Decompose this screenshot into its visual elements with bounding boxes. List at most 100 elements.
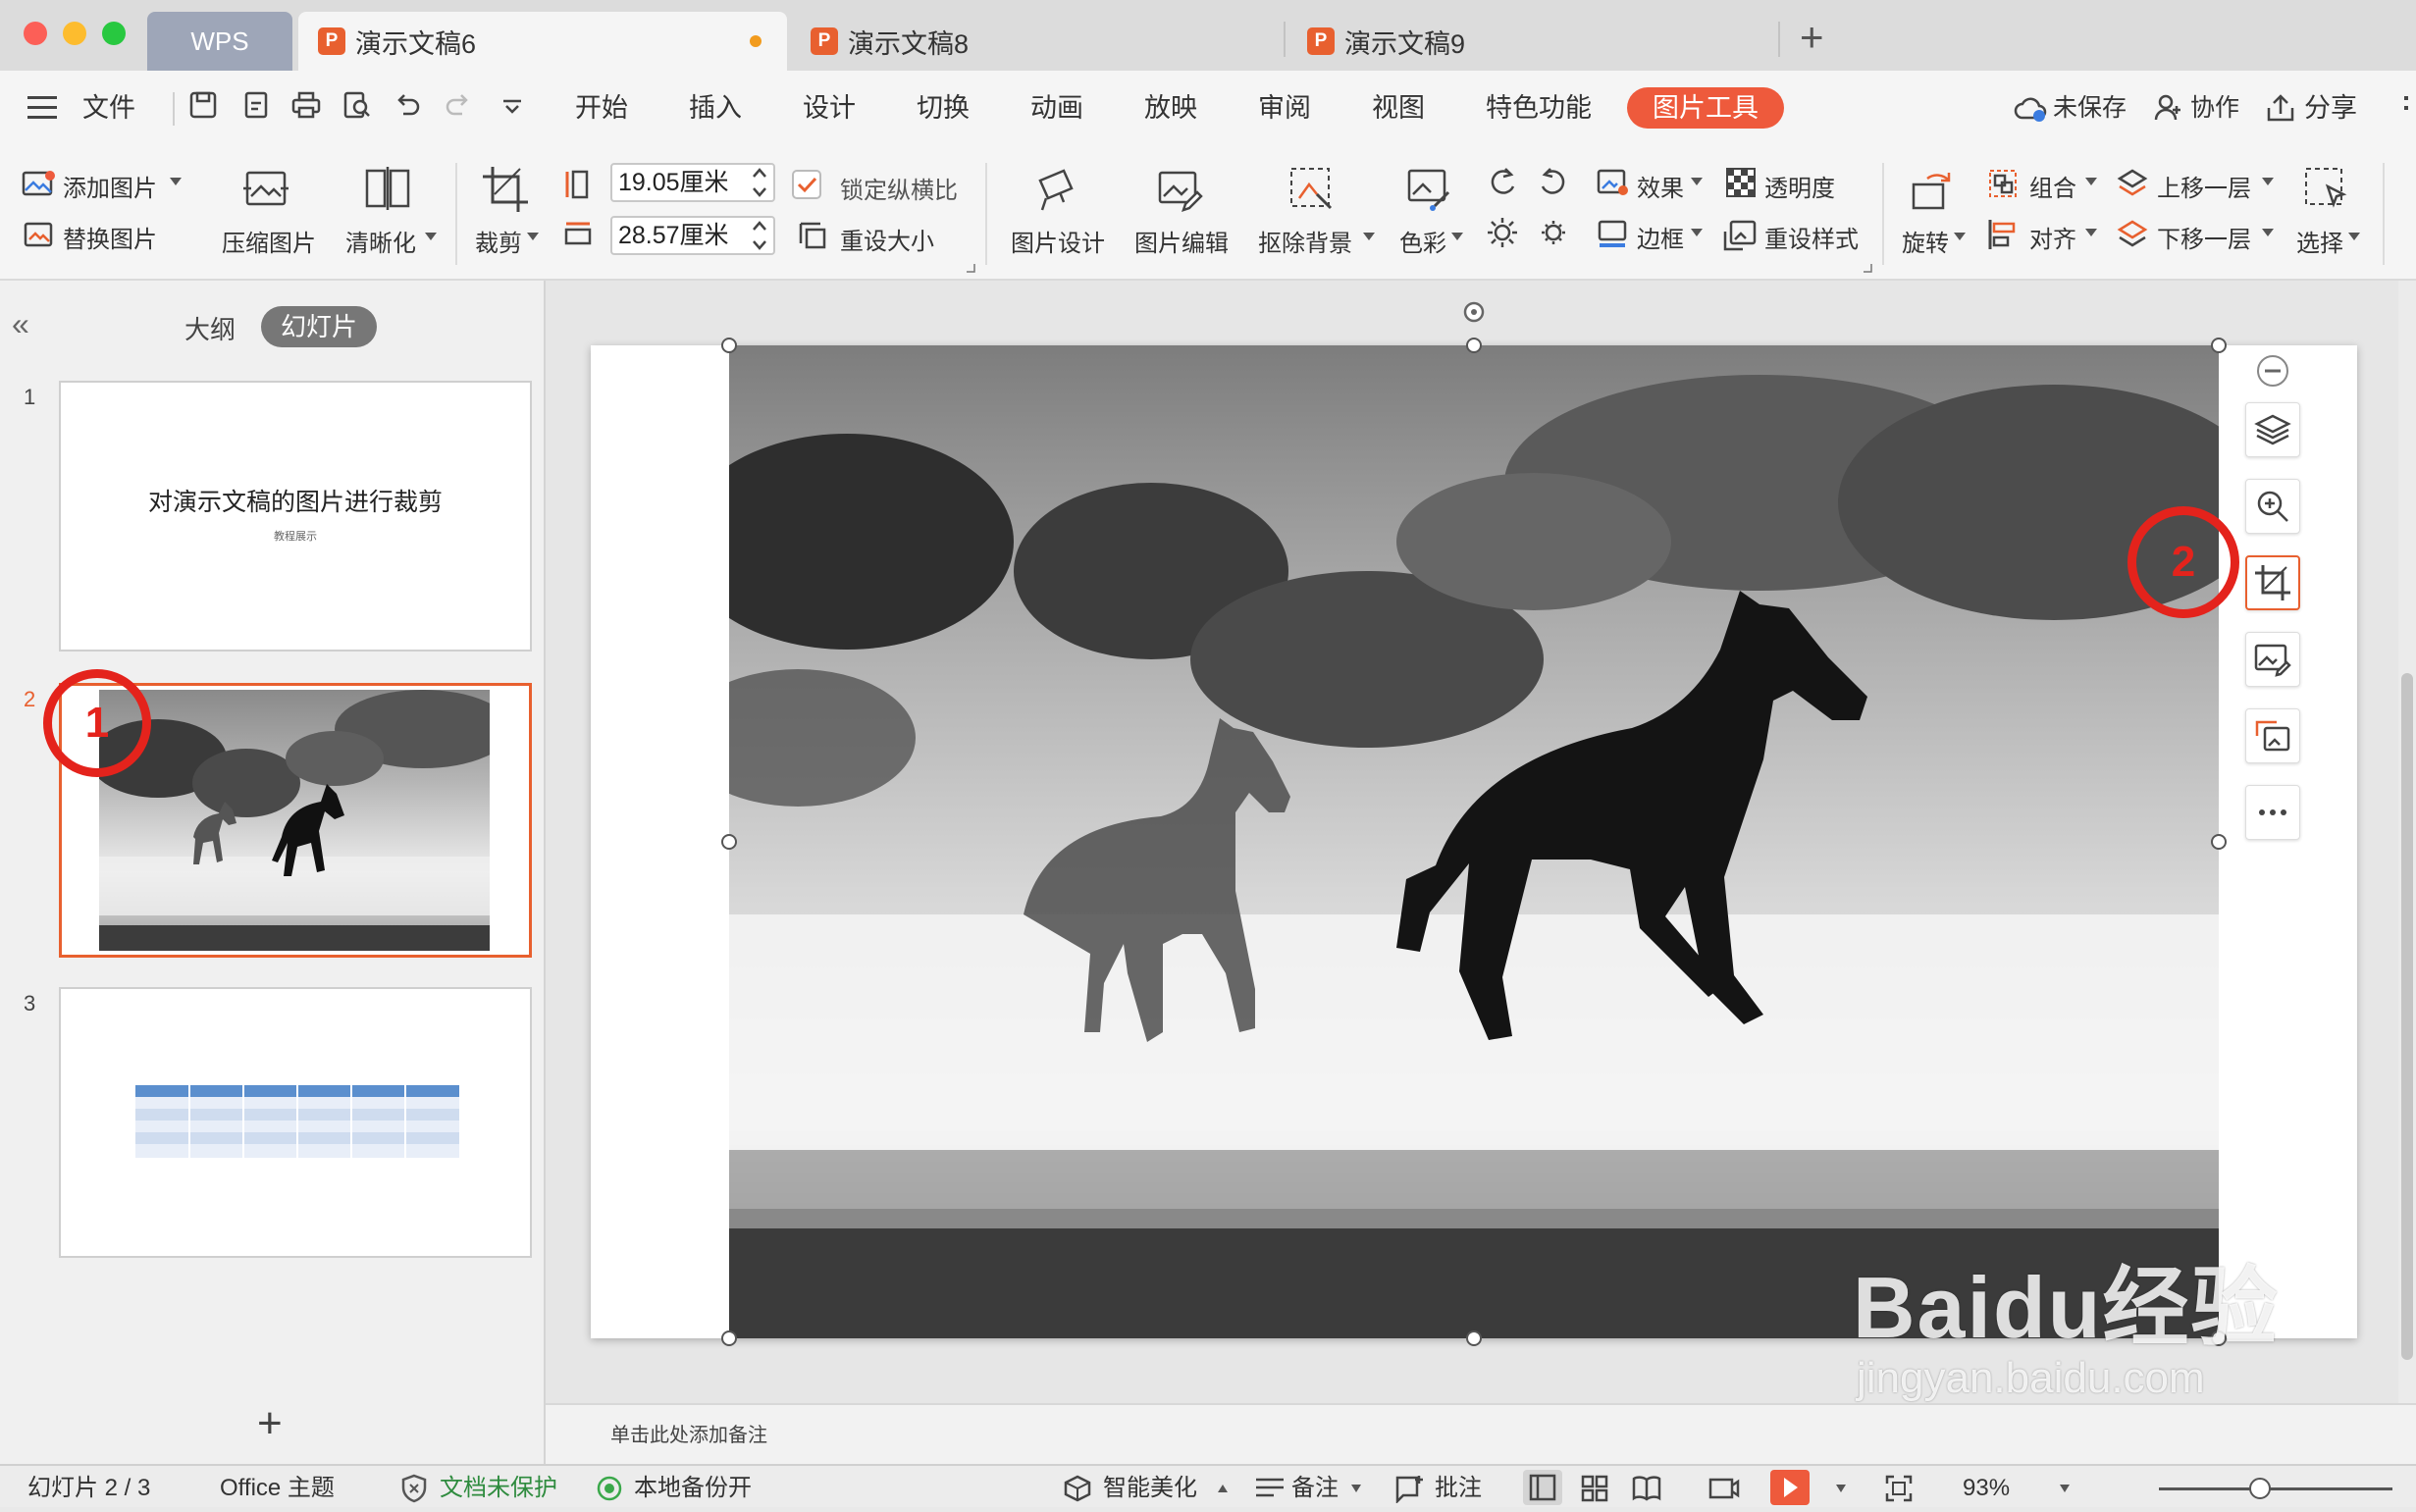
rotate-left-icon[interactable] bbox=[1486, 165, 1519, 198]
print-icon[interactable] bbox=[290, 90, 322, 120]
decrease-brightness-icon[interactable] bbox=[1537, 216, 1570, 249]
replace-picture-quick-button[interactable] bbox=[2245, 708, 2300, 763]
zoom-slider-thumb[interactable] bbox=[2249, 1478, 2271, 1499]
layers-button[interactable] bbox=[2245, 402, 2300, 457]
customize-quick-access-chevron-icon[interactable] bbox=[500, 98, 524, 114]
dropdown-arrow-icon[interactable] bbox=[2261, 228, 2275, 237]
smart-beautify-button[interactable]: 智能美化 bbox=[1103, 1474, 1197, 1503]
export-pdf-icon[interactable] bbox=[241, 90, 271, 120]
collapse-floating-toolbar-icon[interactable] bbox=[2255, 353, 2290, 389]
picture-edit-button[interactable]: 图片编辑 bbox=[1134, 224, 1229, 258]
sharpen-button[interactable]: 清晰化 bbox=[345, 224, 416, 258]
bring-forward-button[interactable]: 上移一层 bbox=[2157, 169, 2251, 203]
tab-document-8[interactable]: P 演示文稿8 bbox=[811, 12, 1282, 71]
tab-document-9[interactable]: P 演示文稿9 bbox=[1307, 12, 1778, 71]
remove-background-button[interactable]: 抠除背景 bbox=[1258, 224, 1352, 258]
notes-pane[interactable]: 单击此处添加备注 bbox=[546, 1403, 2416, 1464]
group-expand-icon[interactable] bbox=[966, 263, 975, 273]
share-button[interactable]: 分享 bbox=[2304, 88, 2357, 128]
dropdown-arrow-icon[interactable] bbox=[526, 232, 540, 241]
presenter-view-icon[interactable] bbox=[1707, 1474, 1741, 1503]
increase-brightness-icon[interactable] bbox=[1486, 216, 1519, 249]
rotate-right-icon[interactable] bbox=[1537, 165, 1570, 198]
dropdown-arrow-icon[interactable] bbox=[2347, 232, 2361, 241]
dropdown-arrow-icon[interactable] bbox=[2059, 1484, 2071, 1493]
zoom-level[interactable]: 93% bbox=[1963, 1474, 2010, 1503]
zoom-window-button[interactable] bbox=[102, 22, 126, 45]
collaborate-button[interactable]: 协作 bbox=[2190, 88, 2239, 128]
more-options-button[interactable] bbox=[2245, 785, 2300, 840]
resize-handle-top-left[interactable] bbox=[721, 338, 737, 353]
tab-wps-home[interactable]: WPS bbox=[147, 12, 292, 71]
collapse-panel-icon[interactable]: « bbox=[12, 306, 29, 342]
width-stepper-icon[interactable] bbox=[750, 218, 769, 253]
menu-transitions[interactable]: 切换 bbox=[917, 88, 970, 128]
dropdown-arrow-icon[interactable] bbox=[2261, 177, 2275, 186]
dropdown-arrow-icon[interactable] bbox=[1835, 1484, 1847, 1493]
dropdown-arrow-icon[interactable] bbox=[2084, 177, 2098, 186]
rotate-handle-icon[interactable] bbox=[1462, 300, 1486, 324]
menu-picture-tools[interactable]: 图片工具 bbox=[1627, 87, 1784, 129]
align-button[interactable]: 对齐 bbox=[2029, 220, 2076, 254]
tab-outline[interactable]: 大纲 bbox=[184, 310, 236, 346]
notes-toggle-button[interactable]: 备注 bbox=[1291, 1474, 1339, 1503]
reset-size-button[interactable]: 重设大小 bbox=[840, 222, 934, 256]
zoom-picture-button[interactable] bbox=[2245, 479, 2300, 534]
menu-animations[interactable]: 动画 bbox=[1030, 88, 1083, 128]
dropdown-arrow-icon[interactable] bbox=[169, 177, 183, 186]
rotate-button[interactable]: 旋转 bbox=[1902, 224, 1949, 258]
dropdown-up-arrow-icon[interactable] bbox=[1217, 1484, 1229, 1493]
play-slideshow-button[interactable] bbox=[1770, 1470, 1810, 1505]
slide-sorter-view-icon[interactable] bbox=[1580, 1474, 1609, 1503]
picture-design-button[interactable]: 图片设计 bbox=[1011, 224, 1105, 258]
new-tab-button[interactable]: + bbox=[1800, 14, 1824, 61]
slide-thumbnail-3[interactable] bbox=[59, 987, 532, 1258]
document-protection-status[interactable]: 文档未保护 bbox=[440, 1474, 557, 1503]
transparency-button[interactable]: 透明度 bbox=[1764, 169, 1835, 203]
crop-quick-button[interactable] bbox=[2245, 555, 2300, 610]
close-window-button[interactable] bbox=[24, 22, 47, 45]
lock-ratio-checkbox[interactable] bbox=[791, 169, 822, 200]
resize-handle-left[interactable] bbox=[721, 834, 737, 850]
dropdown-arrow-icon[interactable] bbox=[1690, 177, 1704, 186]
height-stepper-icon[interactable] bbox=[750, 165, 769, 200]
hamburger-menu-icon[interactable] bbox=[27, 96, 57, 120]
picture-edit-quick-button[interactable] bbox=[2245, 632, 2300, 687]
menu-review[interactable]: 审阅 bbox=[1258, 88, 1311, 128]
effects-button[interactable]: 效果 bbox=[1637, 169, 1684, 203]
comments-button[interactable]: 批注 bbox=[1435, 1474, 1482, 1503]
resize-handle-bottom[interactable] bbox=[1466, 1330, 1482, 1346]
reading-view-icon[interactable] bbox=[1631, 1474, 1662, 1503]
resize-handle-top-right[interactable] bbox=[2211, 338, 2227, 353]
save-icon[interactable] bbox=[188, 90, 218, 120]
tab-document-6[interactable]: P 演示文稿6 bbox=[298, 12, 787, 71]
dropdown-arrow-icon[interactable] bbox=[424, 232, 438, 241]
dropdown-arrow-icon[interactable] bbox=[1450, 232, 1464, 241]
menu-file[interactable]: 文件 bbox=[82, 88, 135, 128]
horses-photo[interactable] bbox=[729, 345, 2219, 1338]
compress-picture-button[interactable]: 压缩图片 bbox=[222, 224, 316, 258]
dropdown-arrow-icon[interactable] bbox=[1362, 232, 1376, 241]
replace-picture-button[interactable]: 替换图片 bbox=[63, 220, 157, 254]
theme-name[interactable]: Office 主题 bbox=[220, 1474, 335, 1503]
menu-slideshow[interactable]: 放映 bbox=[1144, 88, 1197, 128]
slide-thumbnail-1[interactable]: 对演示文稿的图片进行裁剪 教程展示 bbox=[59, 381, 532, 652]
menu-special-features[interactable]: 特色功能 bbox=[1486, 88, 1592, 128]
send-backward-button[interactable]: 下移一层 bbox=[2157, 220, 2251, 254]
select-button[interactable]: 选择 bbox=[2296, 224, 2343, 258]
vertical-scrollbar[interactable] bbox=[2398, 281, 2416, 1403]
redo-icon[interactable] bbox=[444, 90, 473, 120]
unsaved-status[interactable]: 未保存 bbox=[2053, 88, 2127, 128]
print-preview-icon[interactable] bbox=[341, 90, 373, 120]
reset-style-button[interactable]: 重设样式 bbox=[1764, 220, 1859, 254]
add-slide-button[interactable]: + bbox=[257, 1399, 283, 1448]
resize-handle-bottom-left[interactable] bbox=[721, 1330, 737, 1346]
scrollbar-thumb[interactable] bbox=[2401, 673, 2413, 1360]
crop-button[interactable]: 裁剪 bbox=[475, 224, 522, 258]
undo-icon[interactable] bbox=[393, 90, 422, 120]
normal-view-button[interactable] bbox=[1523, 1470, 1562, 1505]
add-picture-button[interactable]: 添加图片 bbox=[63, 169, 157, 203]
group-button[interactable]: 组合 bbox=[2029, 169, 2076, 203]
resize-handle-right[interactable] bbox=[2211, 834, 2227, 850]
notes-placeholder[interactable]: 单击此处添加备注 bbox=[610, 1419, 767, 1447]
